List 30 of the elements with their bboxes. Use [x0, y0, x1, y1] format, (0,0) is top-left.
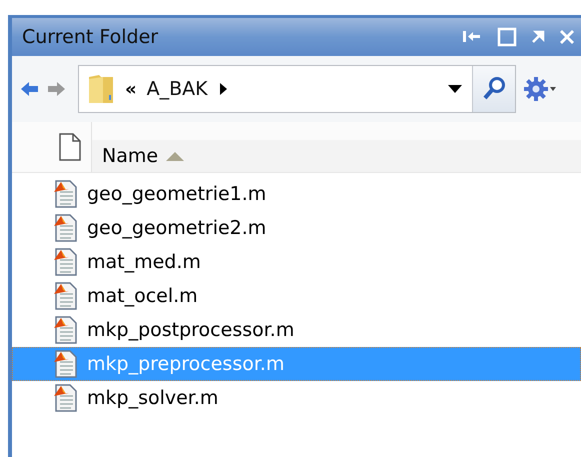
breadcrumb-chevron[interactable]: «: [125, 78, 137, 100]
settings-icon[interactable]: [522, 75, 556, 103]
file-row[interactable]: mkp_postprocessor.m: [12, 313, 581, 347]
file-row[interactable]: mat_med.m: [12, 245, 581, 279]
script-file-icon: [53, 350, 79, 378]
script-file-icon: [53, 316, 79, 344]
script-file-icon: [53, 180, 79, 208]
file-row[interactable]: geo_geometrie1.m: [12, 177, 581, 211]
arrow-icon[interactable]: [531, 30, 545, 44]
name-column-header[interactable]: Name: [92, 140, 581, 172]
address-bar[interactable]: « A_BAK: [78, 65, 516, 113]
file-row[interactable]: mat_ocel.m: [12, 279, 581, 313]
close-icon[interactable]: [559, 29, 575, 45]
window-title: Current Folder: [22, 26, 160, 48]
dropdown-caret-icon[interactable]: [448, 84, 462, 94]
script-file-icon: [53, 282, 79, 310]
file-type-icon: [59, 133, 81, 161]
file-row[interactable]: mkp_solver.m: [12, 381, 581, 415]
script-file-icon: [53, 214, 79, 242]
forward-arrow-icon[interactable]: [46, 81, 66, 97]
file-row[interactable]: geo_geometrie2.m: [12, 211, 581, 245]
back-arrow-icon[interactable]: [20, 81, 40, 97]
breadcrumb-arrow-icon[interactable]: [218, 82, 228, 96]
search-icon: [482, 76, 506, 102]
breadcrumb-folder[interactable]: A_BAK: [146, 78, 208, 100]
folder-icon: [87, 73, 115, 105]
search-button[interactable]: [472, 66, 515, 112]
script-file-icon: [53, 384, 79, 412]
maximize-icon[interactable]: [497, 27, 517, 47]
script-file-icon: [53, 248, 79, 276]
